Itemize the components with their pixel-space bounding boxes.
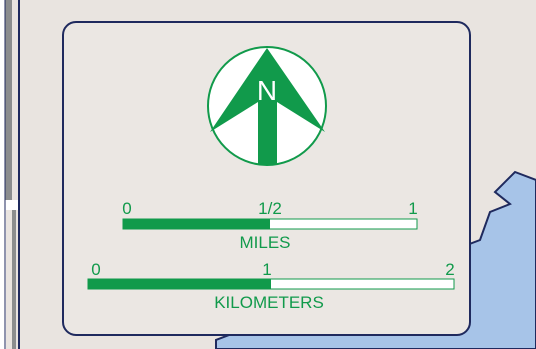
kilometers-scale-bar: 0 1 2 KILOMETERS	[87, 260, 455, 312]
km-tick-label-0: 0	[91, 260, 100, 279]
miles-scale-bar: 0 1/2 1 MILES	[122, 199, 417, 252]
km-tick-label-2: 2	[445, 260, 454, 279]
miles-unit-label: MILES	[239, 233, 290, 252]
miles-tick-label-1: 1	[408, 199, 417, 218]
north-arrow-icon: N	[207, 46, 327, 166]
north-letter: N	[257, 75, 277, 106]
km-unit-label: KILOMETERS	[214, 293, 324, 312]
km-tick-label-1: 1	[262, 260, 271, 279]
legend-graphics: N 0 1/2 1 MILES 0 1 2 KILOMETERS	[87, 46, 455, 312]
km-bar-filled-segment	[88, 279, 271, 289]
miles-bar-filled-segment	[123, 219, 270, 229]
miles-tick-label-0: 0	[122, 199, 131, 218]
miles-tick-label-half: 1/2	[258, 199, 282, 218]
